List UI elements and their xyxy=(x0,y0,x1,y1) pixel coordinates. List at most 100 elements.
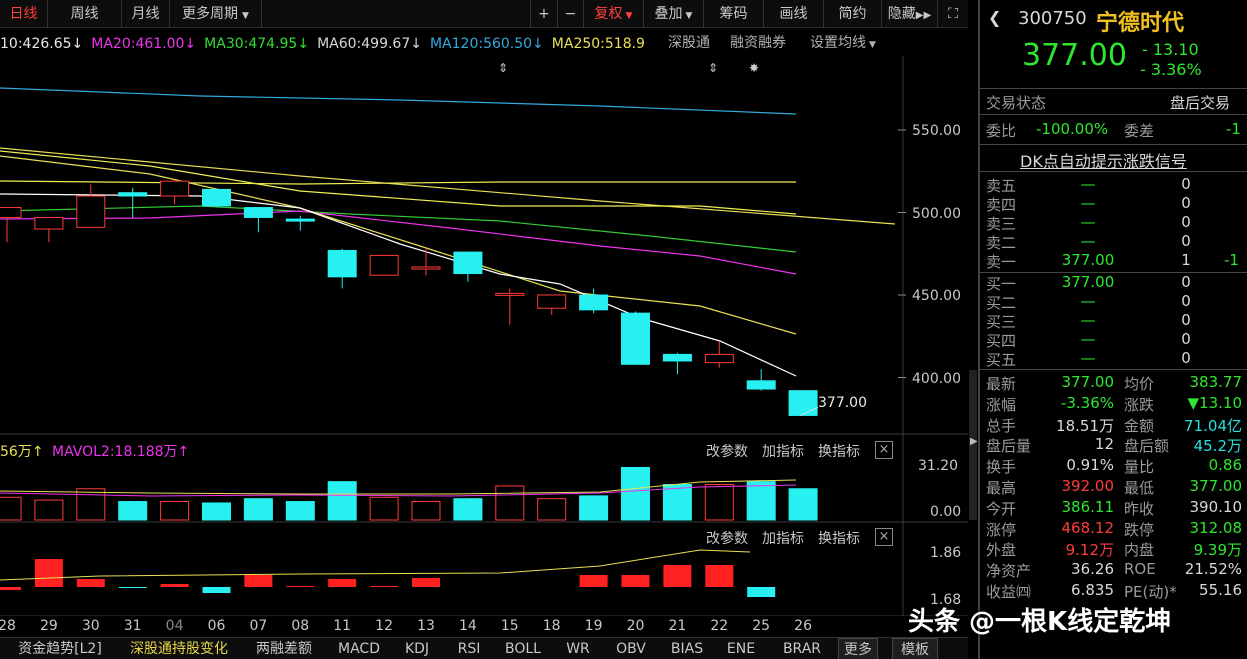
stat-value: 6.835 xyxy=(1071,581,1114,599)
candle-body xyxy=(76,195,106,228)
fuquan-label: 复权 xyxy=(594,6,623,22)
draw-line-button[interactable]: 画线 xyxy=(764,0,824,28)
stat-value: 9.39万 xyxy=(1193,541,1242,560)
zoom-in-button[interactable]: + xyxy=(530,0,558,28)
template-button[interactable]: 模板 xyxy=(892,638,938,659)
last-price-label: 377.00 xyxy=(818,395,867,411)
candle-body xyxy=(118,192,148,197)
tab-kdj[interactable]: KDJ xyxy=(392,638,442,659)
order-volume: 0 xyxy=(1181,292,1191,310)
fullscreen-icon[interactable]: ⛶ xyxy=(938,0,968,28)
date-label: 25 xyxy=(752,618,771,634)
hide-button[interactable]: 隐藏▶▶ xyxy=(882,0,938,28)
chip-distribution-button[interactable]: 筹码 xyxy=(704,0,764,28)
divider xyxy=(980,144,1247,145)
volume-bar xyxy=(160,501,190,521)
ind-switch-indicator-button[interactable]: 换指标 xyxy=(818,528,860,548)
order-volume: 0 xyxy=(1181,232,1191,250)
vol-close-icon[interactable]: × xyxy=(875,441,893,459)
volume-bar xyxy=(118,501,148,521)
simple-mode-button[interactable]: 简约 xyxy=(824,0,882,28)
volume-bar xyxy=(411,501,441,521)
ma20-value: MA20:461.00↓ xyxy=(91,36,197,52)
candle-body xyxy=(160,180,190,197)
order-level-label: 卖五 xyxy=(986,177,1017,195)
indicator-bar xyxy=(370,586,399,587)
stat-value: -3.36% xyxy=(1060,393,1114,412)
tab-bias[interactable]: BIAS xyxy=(662,638,712,659)
tab-macd[interactable]: MACD xyxy=(330,638,388,659)
vol-edit-params-button[interactable]: 改参数 xyxy=(706,441,748,461)
order-level-label: 买一 xyxy=(986,275,1017,293)
indicator-bar xyxy=(0,587,21,590)
collapse-arrow-icon[interactable]: ▶ xyxy=(970,436,978,447)
date-label: 20 xyxy=(626,618,645,634)
rongzi-link[interactable]: 融资融券 xyxy=(730,32,786,52)
candle-body xyxy=(537,294,567,309)
tab-week[interactable]: 周线 xyxy=(48,0,122,28)
fuquan-dropdown[interactable]: 复权 ▼ xyxy=(584,0,644,28)
indicator-bar xyxy=(579,575,608,587)
tab-boll[interactable]: BOLL xyxy=(496,638,550,659)
tab-month[interactable]: 月线 xyxy=(122,0,170,28)
candle-body xyxy=(453,251,483,275)
vol-add-indicator-button[interactable]: 加指标 xyxy=(762,441,804,461)
watermark: 头条 @一根K线定乾坤 xyxy=(908,607,1172,637)
ma10-value: 10:426.65↓ xyxy=(0,36,84,52)
axis-label-400: 400.00 xyxy=(912,371,961,387)
stat-label: ROE xyxy=(1124,560,1156,579)
set-ma-dropdown[interactable]: 设置均线 ▼ xyxy=(810,32,876,52)
tab-day[interactable]: 日线 xyxy=(0,0,48,28)
order-volume: 0 xyxy=(1181,175,1191,193)
order-level-label: 买四 xyxy=(986,332,1017,350)
volume-bar xyxy=(495,485,525,521)
stat-label: 总手 xyxy=(986,416,1017,435)
date-label: 07 xyxy=(249,618,268,634)
axis-label-550: 550.00 xyxy=(912,123,961,139)
ind-close-icon[interactable]: × xyxy=(875,528,893,546)
tab-brar[interactable]: BRAR xyxy=(772,638,832,659)
order-level-label: 买五 xyxy=(986,351,1017,369)
order-price: — xyxy=(1080,213,1096,231)
ma-line-2 xyxy=(0,180,796,185)
chevron-down-icon: ▼ xyxy=(869,40,876,50)
volume-bar xyxy=(746,481,776,521)
dk-signal-link[interactable]: DK点自动提示涨跌信号 xyxy=(1020,148,1187,172)
overlay-dropdown[interactable]: 叠加 ▼ xyxy=(644,0,704,28)
more-tabs-button[interactable]: 更多 xyxy=(838,638,878,659)
current-price: 377.00 xyxy=(1022,38,1127,73)
stat-value: 383.77 xyxy=(1189,373,1243,391)
stat-value: 0.86 xyxy=(1208,456,1242,475)
indicator-bar xyxy=(244,575,273,587)
indicator-bar xyxy=(412,578,440,587)
ind-add-indicator-button[interactable]: 加指标 xyxy=(762,528,804,548)
tab-rsi[interactable]: RSI xyxy=(446,638,492,659)
tab-margin-diff[interactable]: 两融差额 xyxy=(242,638,326,659)
tab-ene[interactable]: ENE xyxy=(716,638,766,659)
axis-label-450: 450.00 xyxy=(912,288,961,304)
more-period-dropdown[interactable]: 更多周期 ▼ xyxy=(170,0,262,28)
tab-obv[interactable]: OBV xyxy=(604,638,658,659)
vol-switch-indicator-button[interactable]: 换指标 xyxy=(818,441,860,461)
tab-shengutong-holdings[interactable]: 深股通持股变化 xyxy=(120,638,238,659)
ind-edit-params-button[interactable]: 改参数 xyxy=(706,528,748,548)
tab-fund-trend[interactable]: 资金趋势[L2] xyxy=(0,638,120,659)
shengutong-link[interactable]: 深股通 xyxy=(668,32,710,52)
back-arrow-icon[interactable]: ❮ xyxy=(988,8,1001,27)
overlay-label: 叠加 xyxy=(654,6,683,22)
tab-wr[interactable]: WR xyxy=(556,638,600,659)
divider xyxy=(980,369,1247,370)
ma-lines xyxy=(0,87,896,377)
zoom-out-button[interactable]: − xyxy=(558,0,584,28)
quote-panel: ❮ 300750 宁德时代 377.00 - 13.10 - 3.36% 交易状… xyxy=(978,0,1247,659)
price-change: - 13.10 xyxy=(1142,40,1199,59)
candle-body xyxy=(285,218,315,222)
ind-axis-top: 1.86 xyxy=(930,545,962,561)
weicha-value: -1 xyxy=(1226,120,1241,138)
divider xyxy=(980,114,1247,115)
date-label: 29 xyxy=(39,618,58,634)
order-volume: 0 xyxy=(1181,349,1191,367)
order-level-label: 卖四 xyxy=(986,196,1017,214)
order-volume: 0 xyxy=(1181,273,1191,291)
stat-label: 换手 xyxy=(986,458,1017,477)
